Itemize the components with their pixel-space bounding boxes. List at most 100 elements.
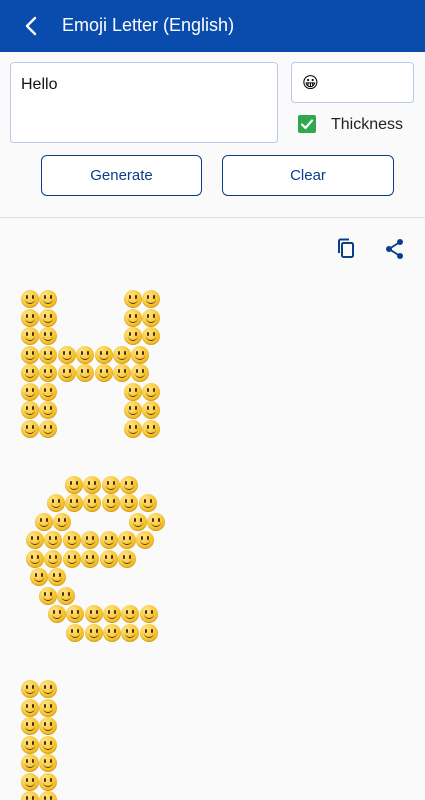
emoji-cell: [76, 345, 94, 364]
emoji-cell: [142, 401, 160, 419]
emoji-cell: [100, 531, 118, 549]
emoji-cell: [124, 290, 142, 308]
emoji-cell: [129, 513, 147, 531]
emoji-cell: [63, 531, 81, 549]
back-arrow-icon[interactable]: [20, 14, 44, 38]
emoji-cell: [76, 364, 94, 382]
emoji-cell: [21, 680, 39, 698]
emoji-cell: [85, 624, 103, 642]
emoji-cell: [131, 364, 149, 382]
text-input[interactable]: Hello: [10, 62, 278, 143]
emoji-cell: [85, 605, 103, 623]
emoji-cell: [95, 345, 113, 364]
share-icon[interactable]: [384, 237, 406, 261]
emoji-cell: [139, 494, 157, 512]
emoji-cell: [39, 345, 57, 364]
emoji-cell: [124, 327, 142, 345]
emoji-cell: [57, 587, 75, 605]
emoji-cell: [142, 327, 160, 345]
emoji-cell: [124, 401, 142, 419]
emoji-cell: [118, 531, 136, 549]
emoji-cell: [39, 717, 57, 735]
emoji-cell: [21, 419, 39, 438]
emoji-cell: [103, 605, 121, 623]
emoji-cell: [63, 550, 81, 568]
emoji-cell: [39, 382, 57, 401]
emoji-cell: [124, 308, 142, 327]
emoji-cell: [48, 605, 66, 623]
emoji-cell: [26, 531, 44, 549]
emoji-cell: [39, 735, 57, 754]
emoji-cell: [21, 754, 39, 772]
emoji-cell: [39, 680, 57, 698]
divider: [0, 217, 425, 218]
emoji-cell: [39, 587, 57, 605]
emoji-cell: [65, 494, 83, 512]
emoji-cell: [39, 327, 57, 345]
emoji-cell: [136, 531, 154, 549]
emoji-cell: [81, 531, 99, 549]
thickness-checkbox[interactable]: [298, 115, 316, 133]
emoji-cell: [21, 717, 39, 735]
emoji-cell: [103, 624, 121, 642]
emoji-cell: [65, 476, 83, 494]
emoji-input-value: 😀: [302, 75, 319, 92]
emoji-cell: [21, 401, 39, 419]
emoji-cell: [39, 401, 57, 419]
emoji-cell: [142, 382, 160, 401]
emoji-cell: [100, 550, 118, 568]
emoji-cell: [124, 419, 142, 438]
emoji-cell: [44, 550, 62, 568]
emoji-cell: [66, 605, 84, 623]
emoji-cell: [58, 345, 76, 364]
emoji-cell: [21, 382, 39, 401]
emoji-cell: [124, 382, 142, 401]
emoji-cell: [21, 364, 39, 382]
emoji-cell: [58, 364, 76, 382]
emoji-cell: [39, 364, 57, 382]
emoji-cell: [21, 772, 39, 791]
emoji-cell: [120, 476, 138, 494]
emoji-cell: [21, 735, 39, 754]
page-title: Emoji Letter (English): [62, 15, 235, 35]
emoji-cell: [140, 605, 158, 623]
emoji-cell: [39, 754, 57, 772]
emoji-cell: [44, 531, 62, 549]
emoji-cell: [30, 568, 48, 586]
emoji-cell: [121, 624, 139, 642]
emoji-cell: [39, 698, 57, 717]
emoji-cell: [48, 568, 66, 586]
emoji-cell: [102, 494, 120, 512]
emoji-cell: [21, 308, 39, 327]
emoji-cell: [35, 513, 53, 531]
emoji-letter-output: [0, 280, 425, 800]
emoji-cell: [142, 308, 160, 327]
emoji-cell: [95, 364, 113, 382]
emoji-cell: [21, 345, 39, 364]
emoji-cell: [131, 345, 149, 364]
app-bar: Emoji Letter (English): [0, 0, 425, 52]
emoji-cell: [142, 419, 160, 438]
emoji-cell: [39, 419, 57, 438]
emoji-cell: [83, 494, 101, 512]
copy-icon[interactable]: [336, 237, 358, 261]
emoji-cell: [81, 550, 99, 568]
emoji-cell: [83, 476, 101, 494]
emoji-cell: [47, 494, 65, 512]
emoji-cell: [147, 513, 165, 531]
thickness-label: Thickness: [331, 116, 404, 133]
clear-button[interactable]: Clear: [222, 155, 394, 196]
emoji-cell: [21, 327, 39, 345]
emoji-cell: [118, 550, 136, 568]
emoji-cell: [21, 698, 39, 717]
emoji-cell: [21, 791, 39, 800]
emoji-cell: [21, 290, 39, 308]
emoji-cell: [39, 290, 57, 308]
checkmark-icon: [300, 119, 314, 130]
emoji-cell: [102, 476, 120, 494]
text-input-value: Hello: [21, 76, 58, 93]
generate-button[interactable]: Generate: [41, 155, 202, 196]
emoji-cell: [120, 494, 138, 512]
emoji-input[interactable]: 😀: [291, 62, 414, 103]
emoji-cell: [39, 791, 57, 800]
